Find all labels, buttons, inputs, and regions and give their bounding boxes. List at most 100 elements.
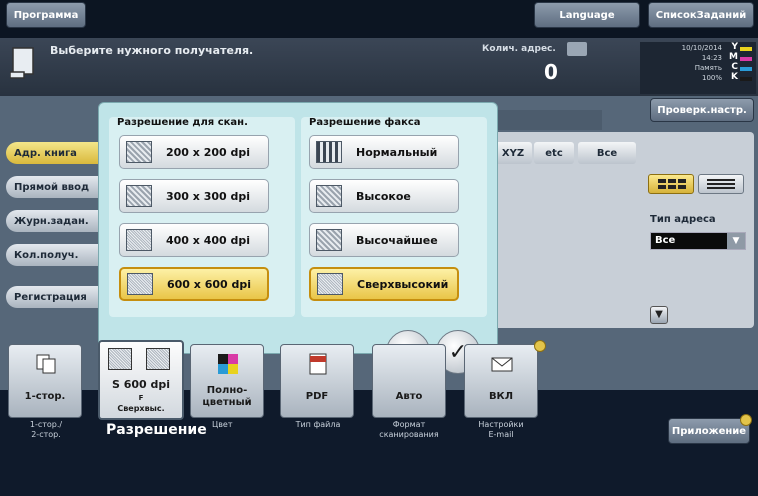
scan-resolution-group: Разрешение для скан. 200 x 200 dpi 300 x… [109, 117, 295, 317]
sidebar-item-direct-input[interactable]: Прямой ввод [6, 176, 98, 198]
index-etc-button[interactable]: etc [534, 142, 574, 164]
fax-option-label: Нормальный [356, 145, 438, 159]
toner-bar-m [740, 57, 752, 61]
resolution-pattern-icon [316, 229, 342, 251]
application-button[interactable]: Приложение [668, 418, 750, 444]
scan-option-label: 200 x 200 dpi [166, 145, 251, 159]
indicator-dot [740, 414, 752, 426]
scan-option-label: 400 x 400 dpi [166, 233, 251, 247]
date-text: 10/10/2014 [681, 44, 722, 52]
grid-view-button[interactable] [648, 174, 694, 194]
tile-label: S 600 dpi [111, 378, 171, 391]
tile-label: Авто [395, 391, 423, 402]
fax-option-normal[interactable]: Нормальный [309, 135, 459, 169]
grid-view-icon [658, 179, 686, 189]
color-icon [218, 354, 238, 374]
scan-option-200[interactable]: 200 x 200 dpi [119, 135, 269, 169]
scan-resolution-title: Разрешение для скан. [117, 117, 248, 128]
duplex-icon [36, 354, 56, 374]
address-type-label: Тип адреса [650, 214, 716, 225]
status-panel: 10/10/2014 14:23 Память 100% Y M C K [640, 42, 756, 94]
scan-resolution-icon [108, 348, 132, 370]
language-button[interactable]: Language [534, 2, 640, 28]
tile-color[interactable]: Полно- цветный [190, 344, 264, 418]
fax-option-label: Высочайшее [356, 233, 438, 247]
pdf-icon [309, 353, 327, 375]
tile-email-settings[interactable]: ВКЛ [464, 344, 538, 418]
address-type-select[interactable]: Все ▼ [650, 232, 746, 250]
fax-option-label: Сверхвысокий [357, 277, 449, 291]
fax-option-label: Высокое [356, 189, 411, 203]
caption-simplex-duplex: 1-стор./ 2-стор. [29, 420, 63, 439]
toner-label-c: C [731, 62, 738, 72]
status-message: Выберите нужного получателя. [50, 44, 254, 57]
top-bar: Программа Language СписокЗаданий [0, 0, 758, 38]
indicator-dot [534, 340, 546, 352]
document-icon [10, 47, 34, 79]
job-list-button[interactable]: СписокЗаданий [648, 2, 754, 28]
list-view-button[interactable] [698, 174, 744, 194]
tile-file-type[interactable]: PDF [280, 344, 354, 418]
toner-label-k: K [731, 72, 738, 82]
tile-label: ВКЛ [488, 391, 514, 402]
chevron-down-icon: ▼ [655, 309, 663, 320]
tile-resolution[interactable]: S 600 dpi F Сверхвыс. [98, 340, 184, 420]
check-settings-button[interactable]: Проверк.настр. [650, 98, 754, 122]
fax-resolution-icon [146, 348, 170, 370]
scan-option-400[interactable]: 400 x 400 dpi [119, 223, 269, 257]
toner-bar-y [740, 47, 752, 51]
resolution-pattern-icon [126, 185, 152, 207]
sidebar-item-job-log[interactable]: Журн.задан. [6, 210, 98, 232]
resolution-pattern-icon [317, 273, 343, 295]
resolution-pattern-icon [126, 229, 152, 251]
scan-option-label: 300 x 300 dpi [166, 189, 251, 203]
tile-sublabel: F [138, 394, 144, 402]
scroll-down-button[interactable]: ▼ [650, 306, 668, 324]
program-button[interactable]: Программа [6, 2, 86, 28]
toner-bar-k [740, 77, 752, 81]
fax-option-highest[interactable]: Высочайшее [309, 223, 459, 257]
resolution-dialog: Разрешение для скан. 200 x 200 dpi 300 x… [98, 102, 498, 354]
email-icon [491, 357, 513, 372]
resolution-pattern-icon [127, 273, 153, 295]
tile-sublabel-2: Сверхвыс. [117, 404, 165, 413]
list-view-icon [707, 179, 735, 189]
scan-option-label: 600 x 600 dpi [167, 277, 252, 291]
fax-resolution-title: Разрешение факса [309, 117, 421, 128]
memory-label: Память [694, 64, 722, 72]
caption-email-settings: Настройки E-mail [478, 420, 524, 439]
caption-file-type: Тип файла [295, 420, 341, 429]
tile-simplex-duplex[interactable]: 1-стор. [8, 344, 82, 418]
toner-label-m: M [729, 52, 738, 62]
index-all-button[interactable]: Все [578, 142, 636, 164]
toner-bar-c [740, 67, 752, 71]
resolution-pattern-icon [316, 141, 342, 163]
scan-option-300[interactable]: 300 x 300 dpi [119, 179, 269, 213]
sidebar-item-recipient-count[interactable]: Кол.получ. [6, 244, 98, 266]
camera-icon [567, 42, 587, 56]
scan-option-600[interactable]: 600 x 600 dpi [119, 267, 269, 301]
index-xyz-button[interactable]: XYZ [494, 142, 532, 164]
caption-scan-size: Формат сканирования [379, 420, 439, 439]
address-count-label: Колич. адрес. [482, 44, 556, 54]
tile-scan-size[interactable]: Авто [372, 344, 446, 418]
address-count-value: 0 [544, 60, 558, 84]
fax-resolution-group: Разрешение факса Нормальный Высокое Высо… [301, 117, 487, 317]
resolution-pattern-icon [316, 185, 342, 207]
caption-resolution: Разрешение [106, 422, 207, 438]
tile-label: PDF [305, 391, 329, 402]
address-type-value: Все [655, 235, 676, 246]
fax-option-ultra[interactable]: Сверхвысокий [309, 267, 459, 301]
chevron-down-icon: ▼ [727, 233, 745, 249]
tile-label: 1-стор. [24, 391, 66, 402]
resolution-pattern-icon [126, 141, 152, 163]
toner-label-y: Y [731, 42, 738, 52]
search-field-background [492, 110, 602, 130]
time-text: 14:23 [701, 54, 722, 62]
tile-label: Полно- цветный [202, 385, 252, 408]
sidebar-item-registration[interactable]: Регистрация [6, 286, 98, 308]
memory-value: 100% [701, 74, 722, 82]
sidebar-item-address-book[interactable]: Адр. книга [6, 142, 98, 164]
fax-option-high[interactable]: Высокое [309, 179, 459, 213]
caption-color: Цвет [212, 420, 233, 429]
